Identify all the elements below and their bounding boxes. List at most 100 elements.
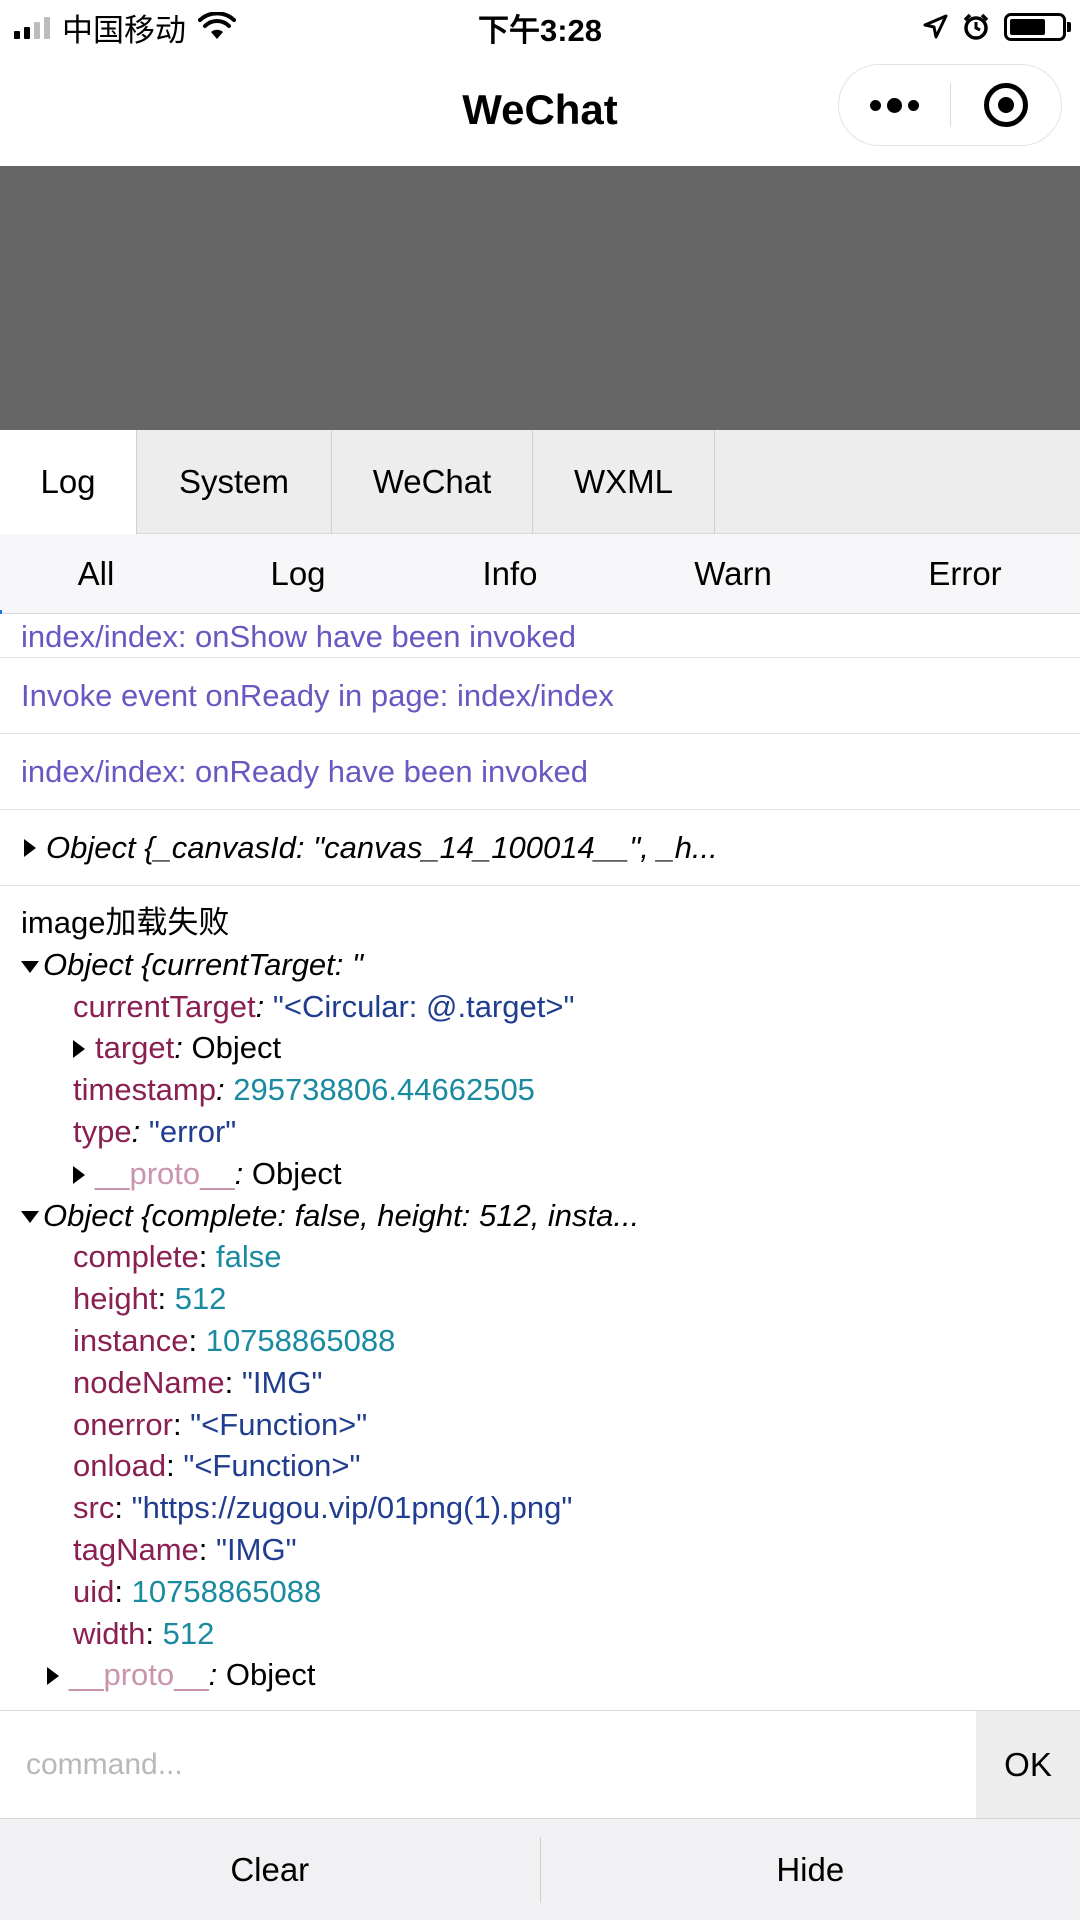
property-value: false	[216, 1239, 282, 1275]
property-row-expandable[interactable]: __proto__: Object	[21, 1153, 1080, 1195]
property-key: width	[73, 1615, 146, 1651]
log-filter-tabs: All Log Info Warn Error	[0, 534, 1080, 614]
filter-log[interactable]: Log	[192, 555, 404, 593]
page-overlay[interactable]	[0, 166, 1080, 430]
property-value: "IMG"	[216, 1531, 297, 1567]
expand-triangle-icon[interactable]	[73, 1040, 85, 1059]
property-value: Object	[251, 1155, 342, 1191]
property-row: src: "https://zugou.vip/01png(1).png"	[73, 1490, 573, 1526]
property-value: "error"	[148, 1113, 237, 1149]
tab-wechat[interactable]: WeChat	[332, 430, 533, 534]
command-bar: OK	[0, 1710, 1080, 1818]
vconsole-panel-tabs: Log System WeChat WXML	[0, 430, 1080, 534]
more-button[interactable]	[839, 65, 950, 145]
property-row: instance: 10758865088	[73, 1322, 396, 1358]
title-bar: WeChat	[0, 54, 1080, 166]
property-value: 10758865088	[205, 1322, 396, 1358]
event-object-summary: Object {currentTarget: "	[43, 946, 364, 982]
property-row-expandable[interactable]: __proto__: Object	[21, 1654, 1080, 1696]
property-value: 295738806.44662505	[233, 1072, 535, 1108]
tab-system[interactable]: System	[137, 430, 332, 534]
close-target-icon	[983, 83, 1028, 127]
alarm-icon	[963, 13, 989, 40]
filter-error[interactable]: Error	[850, 555, 1080, 593]
status-left: 中国移动	[14, 5, 236, 50]
page-title: WeChat	[462, 86, 618, 133]
clear-button[interactable]: Clear	[0, 1819, 540, 1920]
log-message: image加载失败	[21, 905, 230, 940]
property-row: width: 512	[73, 1615, 215, 1651]
carrier-label: 中国移动	[62, 12, 186, 48]
log-row: Invoke event onReady in page: index/inde…	[0, 658, 1080, 734]
collapse-triangle-icon[interactable]	[21, 960, 39, 973]
property-row-expandable[interactable]: target: Object	[21, 1027, 1080, 1069]
ok-button[interactable]: OK	[976, 1711, 1080, 1818]
property-value: "<Function>"	[183, 1448, 361, 1484]
property-value: 512	[162, 1615, 215, 1651]
object-summary: Object {_canvasId: "canvas_14_100014__",…	[46, 829, 718, 865]
property-key: timestamp	[73, 1072, 216, 1108]
property-key: nodeName	[73, 1364, 225, 1400]
property-key: src	[73, 1490, 115, 1526]
hide-button[interactable]: Hide	[541, 1819, 1080, 1920]
image-object-header[interactable]: Object {complete: false, height: 512, in…	[21, 1195, 1080, 1237]
more-dots-icon	[869, 97, 919, 113]
mini-program-capsule	[838, 64, 1062, 146]
event-object-header[interactable]: Object {currentTarget: "	[21, 944, 1080, 986]
property-row: tagName: "IMG"	[73, 1531, 297, 1567]
property-key: complete	[73, 1239, 199, 1275]
command-input[interactable]	[0, 1711, 976, 1818]
property-row: onload: "<Function>"	[73, 1448, 361, 1484]
status-right	[922, 13, 1071, 41]
log-row: index/index: onShow have been invoked	[0, 614, 1080, 658]
bottom-toolbar: Clear Hide	[0, 1818, 1080, 1920]
property-key: height	[73, 1281, 158, 1317]
expand-triangle-icon[interactable]	[47, 1667, 59, 1686]
tab-log[interactable]: Log	[0, 430, 137, 534]
battery-icon	[1004, 13, 1071, 41]
property-row: nodeName: "IMG"	[73, 1364, 323, 1400]
location-arrow-icon	[923, 14, 948, 39]
property-value: 10758865088	[131, 1573, 322, 1609]
tab-wxml[interactable]: WXML	[533, 430, 715, 534]
log-row: index/index: onReady have been invoked	[0, 734, 1080, 810]
property-row: height: 512	[73, 1281, 227, 1317]
property-key: type	[73, 1113, 132, 1149]
property-key: onerror	[73, 1406, 173, 1442]
property-value: "<Circular: @.target>"	[272, 988, 575, 1024]
property-row: complete: false	[73, 1239, 282, 1275]
property-key: uid	[73, 1573, 115, 1609]
property-value: Object	[191, 1030, 282, 1066]
property-row: uid: 10758865088	[73, 1573, 322, 1609]
wifi-icon	[198, 12, 236, 39]
property-value: 512	[174, 1281, 227, 1317]
property-key: target	[95, 1030, 175, 1066]
filter-info[interactable]: Info	[404, 555, 616, 593]
expand-triangle-icon[interactable]	[24, 838, 36, 857]
close-program-button[interactable]	[951, 65, 1062, 145]
filter-warn[interactable]: Warn	[616, 555, 850, 593]
page: 中国移动 下午3:28 WeChat Log System WeChat WXM…	[0, 0, 1080, 1920]
image-object-summary: Object {complete: false, height: 512, in…	[43, 1197, 640, 1233]
filter-all[interactable]: All	[0, 555, 192, 593]
property-row: currentTarget: "<Circular: @.target>"	[73, 988, 575, 1024]
expand-triangle-icon[interactable]	[73, 1165, 85, 1184]
property-key: currentTarget	[73, 988, 256, 1024]
property-key: tagName	[73, 1531, 199, 1567]
property-value: "<Function>"	[190, 1406, 368, 1442]
log-row-collapsed-object[interactable]: Object {_canvasId: "canvas_14_100014__",…	[0, 810, 1080, 886]
collapse-triangle-icon[interactable]	[21, 1211, 39, 1224]
property-value: Object	[225, 1657, 316, 1693]
property-key: __proto__	[95, 1155, 235, 1191]
log-list[interactable]: index/index: onShow have been invoked In…	[0, 614, 1080, 1710]
property-value: "https://zugou.vip/01png(1).png"	[131, 1490, 573, 1526]
property-key: __proto__	[69, 1657, 209, 1693]
property-value: "IMG"	[241, 1364, 323, 1400]
property-key: instance	[73, 1322, 189, 1358]
property-row: type: "error"	[73, 1113, 237, 1149]
status-bar: 中国移动 下午3:28	[0, 0, 1080, 54]
property-key: onload	[73, 1448, 167, 1484]
property-row: onerror: "<Function>"	[73, 1406, 368, 1442]
property-row: timestamp: 295738806.44662505	[73, 1072, 535, 1108]
log-entry-image-error: image加载失败 Object {currentTarget: " curre…	[0, 886, 1080, 1696]
